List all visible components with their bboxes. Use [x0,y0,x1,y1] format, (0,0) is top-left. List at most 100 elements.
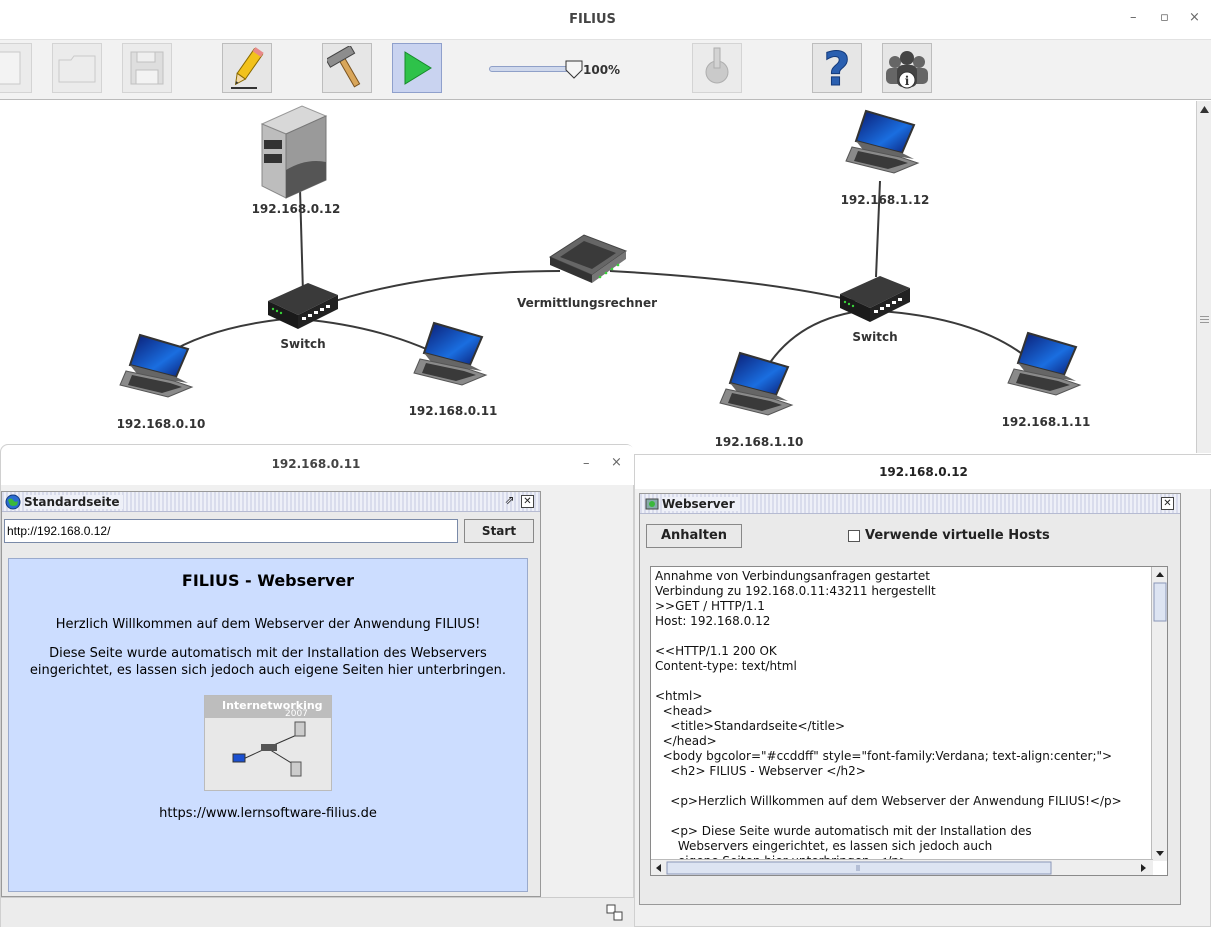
close-button[interactable]: × [1189,10,1200,25]
log-hscroll-arrows [656,861,1146,875]
switch-left-label[interactable]: Switch [280,337,325,351]
zoom-slider[interactable] [489,66,569,72]
server-node [260,105,328,199]
play-icon [404,51,432,85]
webserver-frame: Webserver ✕ Anhalten Verwende virtuelle … [639,493,1181,905]
laptop-label-1-12[interactable]: 192.168.1.12 [841,193,930,207]
mini-network-icon [232,721,306,777]
router-node [548,234,628,283]
log-line: Host: 192.168.0.12 [655,614,771,628]
network-canvas[interactable]: 192.168.0.12 Vermittlungsrechner Switch … [0,101,1196,453]
webserver-icon [645,498,659,510]
svg-text:i: i [905,74,910,88]
log-line: Webservers eingerichtet, es lassen sich … [655,839,993,853]
browser-title: Standardseite [24,495,124,509]
minimize-button[interactable]: – [1130,10,1137,25]
webserver-titlebar: Webserver ✕ [640,494,1180,514]
log-line: Annahme von Verbindungsanfragen gestarte… [655,569,930,583]
page-paragraph-1: Herzlich Willkommen auf dem Webserver de… [55,617,481,632]
folder-icon [58,55,96,83]
simulation-mode-button[interactable] [392,43,442,93]
design-mode-button[interactable] [222,43,272,93]
server-ip-label[interactable]: 192.168.0.12 [252,202,341,216]
main-titlebar: FILIUS – ▫ × [0,0,1211,40]
client-close-button[interactable]: × [611,455,622,470]
about-button[interactable]: i [882,43,932,93]
start-button[interactable]: Start [464,519,534,543]
log-line: <<HTTP/1.1 200 OK [655,644,777,658]
client-statusbar [1,897,635,927]
internetworking-image: Internetworking 2007 [204,695,332,791]
log-line: Verbindung zu 192.168.0.11:43211 hergest… [655,584,936,598]
page-link[interactable]: https://www.lernsoftware-filius.de [9,805,527,822]
laptop-label-0-10[interactable]: 192.168.0.10 [117,417,206,431]
server-window: 192.168.0.12 Webserver ✕ Anhalten Verwen… [634,454,1211,927]
stop-server-button[interactable]: Anhalten [646,524,742,548]
new-file-icon [0,51,21,85]
url-input[interactable] [4,519,458,543]
client-window: 192.168.0.11 – × Standardseite ⇗ ✕ Start… [0,444,635,927]
main-toolbar: 100% ? i [0,40,1211,100]
tools-icon [705,47,729,84]
web-page-view: FILIUS - Webserver Herzlich Willkommen a… [8,558,528,892]
floppy-icon [130,51,164,85]
log-line: <p> Diese Seite wurde automatisch mit de… [655,824,1032,838]
laptop-label-0-11[interactable]: 192.168.0.11 [409,404,498,418]
log-line: <body bgcolor="#ccddff" style="font-fami… [655,749,1113,763]
server-log[interactable]: Annahme von Verbindungsanfragen gestarte… [650,566,1168,876]
filius-app: FILIUS – ▫ × 100% ? i 192.168.0.12 Vermi… [0,0,1211,927]
log-line: <p>Herzlich Willkommen auf dem Webserver… [655,794,1122,808]
restore-icon[interactable]: ⇗ [503,494,516,508]
main-title: FILIUS [569,12,616,27]
laptop-label-1-10[interactable]: 192.168.1.10 [715,435,804,449]
scrollbar-arrows [1200,106,1209,323]
log-line: <h2> FILIUS - Webserver </h2> [655,764,866,778]
log-horizontal-scrollbar[interactable] [651,859,1153,875]
browser-close-icon[interactable]: ✕ [521,495,534,508]
tutorial-button[interactable] [692,43,742,93]
svg-text:?: ? [824,45,851,91]
webserver-title: Webserver [662,497,739,511]
hammer-icon [327,46,361,88]
tool-mode-button[interactable] [322,43,372,93]
question-mark-icon: ? [823,45,851,91]
server-window-title: 192.168.0.12 [879,465,968,479]
router-label[interactable]: Vermittlungsrechner [517,296,657,310]
page-heading: FILIUS - Webserver [181,571,355,590]
canvas-scrollbar[interactable] [1196,101,1211,453]
log-scroll-arrows [1153,572,1167,856]
log-line: Content-type: text/html [655,659,797,673]
network-drawing [119,105,1081,416]
log-line: <html> [655,689,703,703]
maximize-button[interactable]: ▫ [1160,10,1169,25]
open-file-button[interactable] [52,43,102,93]
browser-titlebar: Standardseite ⇗ ✕ [2,492,540,512]
help-button[interactable]: ? [812,43,862,93]
client-window-title: 192.168.0.11 [271,457,361,471]
zoom-level: 100% [583,63,621,77]
globe-icon [5,494,21,510]
new-file-button[interactable] [0,43,32,93]
zoom-slider-thumb[interactable] [565,60,583,80]
client-window-titlebar: 192.168.0.11 – × [1,445,635,485]
switch-right-label[interactable]: Switch [852,330,897,344]
log-line: </head> [655,734,717,748]
client-minimize-button[interactable]: – [583,456,590,471]
log-vertical-scrollbar[interactable] [1151,567,1167,861]
users-info-icon: i [886,51,928,89]
page-paragraph-2: Diese Seite wurde automatisch mit der In… [29,646,507,678]
pencil-icon [231,47,264,89]
laptop-label-1-11[interactable]: 192.168.1.11 [1002,415,1091,429]
webserver-close-icon[interactable]: ✕ [1161,497,1174,510]
resize-grip-icon[interactable] [605,903,625,923]
log-line: <title>Standardseite</title> [655,719,846,733]
vhost-checkbox[interactable] [848,530,860,542]
vhost-label: Verwende virtuelle Hosts [865,528,1050,543]
save-button[interactable] [122,43,172,93]
log-line: >>GET / HTTP/1.1 [655,599,765,613]
log-line: <head> [655,704,713,718]
